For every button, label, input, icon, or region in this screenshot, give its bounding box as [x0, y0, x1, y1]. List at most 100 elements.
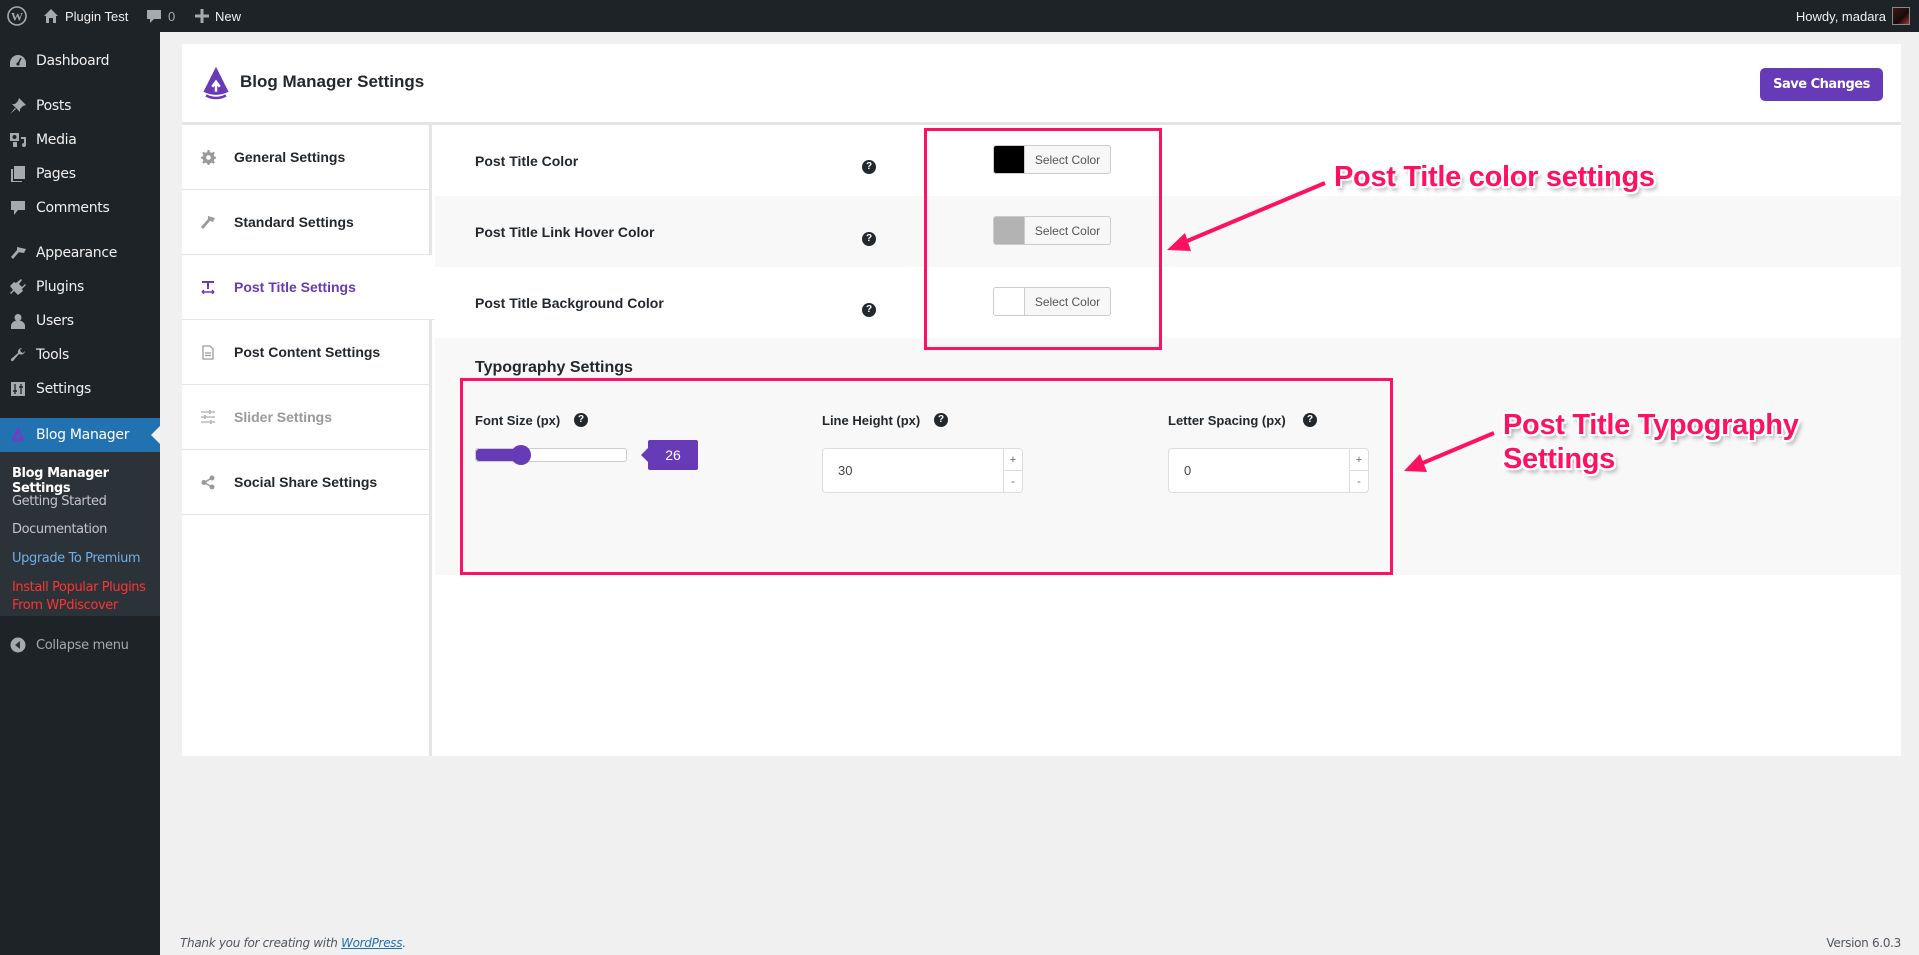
- blog-manager-logo-icon: [201, 65, 231, 106]
- tab-post-content-settings[interactable]: Post Content Settings: [182, 320, 432, 385]
- color-setting-row: Post Title Link Hover Color ? Select Col…: [435, 196, 1901, 267]
- sidebar-item-plugins[interactable]: Plugins: [0, 270, 160, 304]
- page-title: Blog Manager Settings: [240, 72, 425, 91]
- current-menu-indicator: [151, 426, 160, 444]
- color-swatch: [994, 288, 1025, 315]
- tab-slider-settings[interactable]: Slider Settings: [182, 385, 432, 450]
- submenu-upgrade-premium[interactable]: Upgrade To Premium: [12, 551, 141, 566]
- pin-icon: [0, 97, 36, 115]
- tab-label: Post Content Settings: [234, 344, 381, 360]
- tab-label: Standard Settings: [234, 214, 354, 230]
- admin-bar: W Plugin Test 0 New Howdy, madara: [0, 0, 1919, 32]
- footer-thanks: Thank you for creating with WordPress.: [180, 936, 406, 950]
- dashboard-icon: [0, 53, 36, 69]
- collapse-icon: [0, 637, 36, 653]
- tab-label: Social Share Settings: [234, 474, 378, 490]
- sidebar-item-label: Pages: [36, 166, 76, 182]
- letter-spacing-label: Letter Spacing (px): [1168, 413, 1286, 428]
- post-title-hover-color-label: Post Title Link Hover Color: [475, 223, 655, 240]
- post-title-hover-color-picker[interactable]: Select Color: [993, 216, 1111, 245]
- brush-icon: [0, 245, 36, 261]
- sidebar-item-media[interactable]: Media: [0, 123, 160, 157]
- sidebar-item-label: Dashboard: [36, 53, 110, 69]
- sidebar-item-label: Blog Manager: [36, 427, 130, 443]
- slider-handle[interactable]: [511, 445, 531, 465]
- tab-label: Slider Settings: [234, 409, 333, 425]
- line-height-stepper: + -: [1003, 449, 1022, 492]
- help-icon[interactable]: ?: [862, 232, 876, 246]
- submenu-documentation[interactable]: Documentation: [12, 522, 107, 537]
- account-menu[interactable]: Howdy, madara: [1796, 0, 1910, 32]
- line-height-value: 30: [838, 463, 853, 478]
- footer-version: Version 6.0.3: [1826, 936, 1901, 950]
- font-size-value-badge: 26: [641, 440, 698, 470]
- hammer-icon: [182, 215, 234, 230]
- help-icon[interactable]: ?: [934, 413, 948, 427]
- document-icon: [182, 344, 234, 360]
- select-color-label: Select Color: [1034, 223, 1101, 238]
- wordpress-link[interactable]: WordPress: [341, 936, 402, 950]
- letter-spacing-input[interactable]: 0 + -: [1168, 448, 1369, 493]
- sidebar-item-label: Settings: [36, 381, 92, 397]
- post-title-color-picker[interactable]: Select Color: [993, 145, 1111, 174]
- help-icon[interactable]: ?: [574, 413, 588, 427]
- tab-general-settings[interactable]: General Settings: [182, 125, 432, 190]
- color-setting-row: Post Title Background Color ? Select Col…: [435, 267, 1901, 338]
- post-title-background-color-picker[interactable]: Select Color: [993, 287, 1111, 316]
- decrement-button[interactable]: -: [1004, 471, 1022, 492]
- select-color-label: Select Color: [1034, 152, 1101, 167]
- help-icon[interactable]: ?: [862, 303, 876, 317]
- typography-settings-section: Typography Settings Font Size (px) ? 26 …: [435, 338, 1901, 575]
- pages-icon: [0, 165, 36, 183]
- tab-social-share-settings[interactable]: Social Share Settings: [182, 450, 432, 515]
- decrement-button[interactable]: -: [1350, 471, 1368, 492]
- comments-link[interactable]: 0: [146, 0, 175, 32]
- comments-count: 0: [168, 8, 176, 24]
- new-label: New: [215, 8, 242, 24]
- increment-button[interactable]: +: [1004, 449, 1022, 471]
- color-setting-row: Post Title Color ? Select Color: [435, 125, 1901, 196]
- greeting: Howdy, madara: [1795, 8, 1886, 24]
- sidebar-item-comments[interactable]: Comments: [0, 191, 160, 225]
- help-icon[interactable]: ?: [1303, 413, 1317, 427]
- submenu-install-plugins[interactable]: Install Popular Plugins From WPdiscover: [12, 579, 152, 615]
- comment-icon: [0, 200, 36, 216]
- help-icon[interactable]: ?: [862, 160, 876, 174]
- tab-label: General Settings: [234, 149, 346, 165]
- avatar: [1892, 7, 1910, 25]
- sidebar-item-users[interactable]: Users: [0, 304, 160, 338]
- sidebar-item-label: Plugins: [36, 279, 85, 295]
- color-swatch: [994, 146, 1025, 173]
- sidebar-item-label: Tools: [36, 347, 69, 363]
- footer-thanks-text: Thank you for creating with: [180, 936, 342, 950]
- sidebar-item-tools[interactable]: Tools: [0, 338, 160, 372]
- title-icon: [182, 280, 234, 294]
- sidebar-item-label: Comments: [36, 200, 110, 216]
- sidebar-item-label: Users: [36, 313, 74, 329]
- site-name: Plugin Test: [65, 8, 129, 24]
- sidebar-item-appearance[interactable]: Appearance: [0, 236, 160, 270]
- new-content-link[interactable]: New: [195, 0, 241, 32]
- select-color-label: Select Color: [1034, 294, 1101, 309]
- collapse-menu-label: Collapse menu: [36, 637, 129, 653]
- site-name-link[interactable]: Plugin Test: [43, 0, 128, 32]
- sidebar-item-settings[interactable]: Settings: [0, 372, 160, 406]
- submenu-blog-manager-settings[interactable]: Blog Manager Settings: [12, 466, 160, 496]
- blog-manager-logo-icon: [0, 426, 36, 444]
- collapse-menu-button[interactable]: Collapse menu: [0, 628, 160, 662]
- sidebar-item-pages[interactable]: Pages: [0, 157, 160, 191]
- wordpress-logo-icon[interactable]: W: [7, 0, 27, 32]
- save-changes-button[interactable]: Save Changes: [1760, 68, 1883, 101]
- submenu-getting-started[interactable]: Getting Started: [12, 494, 107, 509]
- sidebar-item-posts[interactable]: Posts: [0, 89, 160, 123]
- sidebar-item-blog-manager[interactable]: Blog Manager: [0, 418, 160, 452]
- font-size-slider[interactable]: [475, 445, 627, 465]
- media-icon: [0, 131, 36, 149]
- tab-label: Post Title Settings: [234, 279, 356, 295]
- tab-post-title-settings[interactable]: Post Title Settings: [182, 255, 435, 320]
- sidebar-item-dashboard[interactable]: Dashboard: [0, 44, 160, 78]
- tab-standard-settings[interactable]: Standard Settings: [182, 190, 432, 255]
- line-height-input[interactable]: 30 + -: [822, 448, 1023, 493]
- increment-button[interactable]: +: [1350, 449, 1368, 471]
- svg-text:W: W: [11, 10, 23, 24]
